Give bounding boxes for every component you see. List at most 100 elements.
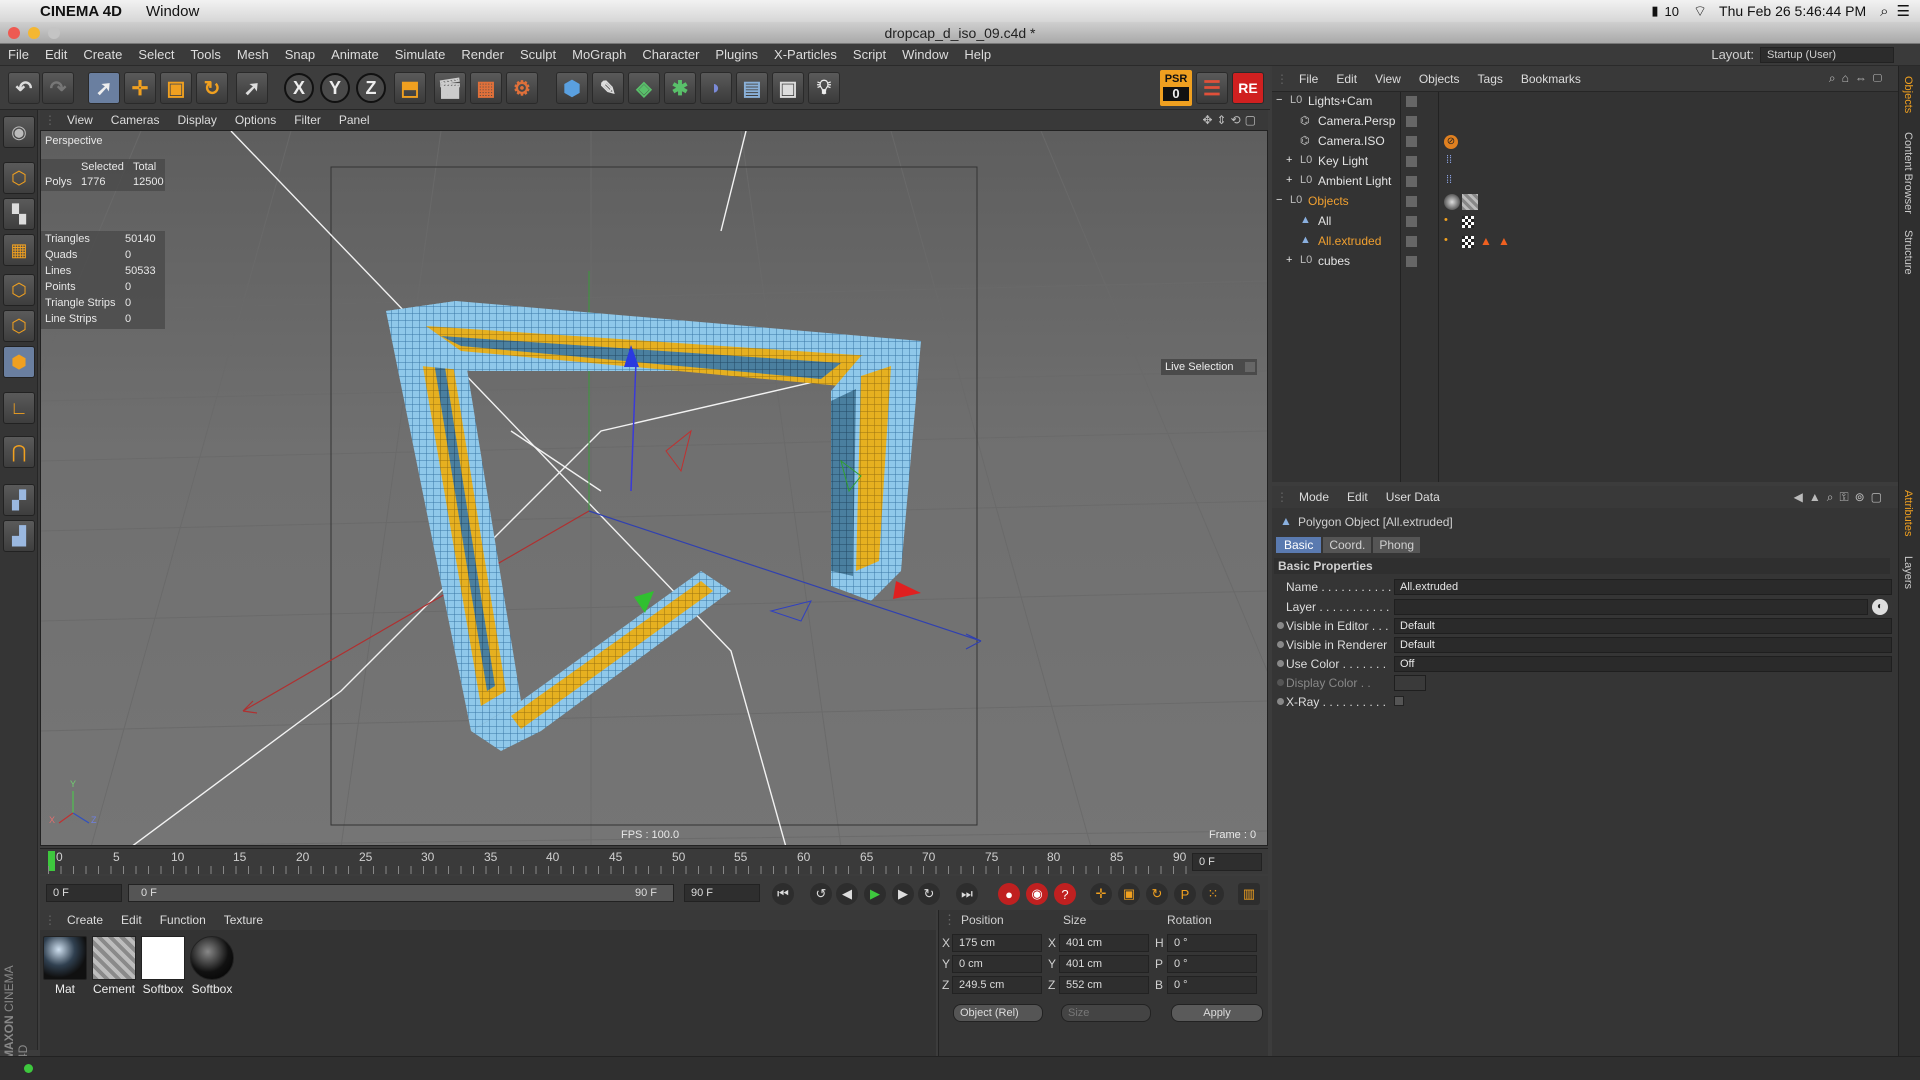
animation-dot-icon[interactable]: [1277, 660, 1284, 667]
menu-snap[interactable]: Snap: [277, 47, 323, 62]
side-tab-layers[interactable]: Layers: [1902, 556, 1914, 589]
objects-menu-objects[interactable]: Objects: [1410, 72, 1469, 86]
menu-render[interactable]: Render: [453, 47, 512, 62]
gizmo-z-handle[interactable]: [630, 360, 637, 492]
object-name[interactable]: Lights+Cam: [1308, 94, 1372, 108]
visibility-toggle[interactable]: [1406, 96, 1417, 107]
layers-list-button[interactable]: ☰: [1196, 72, 1228, 104]
rotation-h-field[interactable]: 0 °: [1167, 934, 1257, 952]
x-axis-toggle[interactable]: X: [284, 73, 314, 103]
object-name[interactable]: Camera.ISO: [1318, 134, 1385, 148]
target-tag-icon[interactable]: ⁞⁞: [1446, 154, 1452, 166]
coordinate-system-button[interactable]: ⬒: [394, 72, 426, 104]
y-axis-toggle[interactable]: Y: [320, 73, 350, 103]
timeline-window-button[interactable]: ▥: [1238, 883, 1260, 905]
layer-picker-icon[interactable]: ◐: [1872, 599, 1888, 615]
rotation-key-button[interactable]: ↻: [1146, 883, 1168, 905]
selection-tag-icon[interactable]: ▲: [1498, 234, 1510, 248]
expand-toggle[interactable]: −: [1276, 94, 1282, 106]
model-mode-button[interactable]: ⬡: [3, 162, 35, 194]
redo-button[interactable]: ↷: [42, 72, 74, 104]
viewport-menu-display[interactable]: Display: [168, 113, 225, 127]
tab-phong[interactable]: Phong: [1373, 537, 1421, 553]
light-button[interactable]: 💡︎: [808, 72, 840, 104]
cube-primitive-button[interactable]: ⬢: [556, 72, 588, 104]
scale-key-button[interactable]: ▣: [1118, 883, 1140, 905]
menu-help[interactable]: Help: [956, 47, 999, 62]
target-tag-icon[interactable]: ⁞⁞: [1446, 174, 1452, 186]
visibility-toggle[interactable]: [1406, 196, 1417, 207]
battery-icon[interactable]: ▮: [1651, 3, 1658, 19]
material-item[interactable]: Softbox: [189, 936, 235, 996]
animation-dot-icon[interactable]: [1277, 679, 1284, 686]
psr-counter[interactable]: PSR 0: [1160, 70, 1192, 106]
visibility-toggle[interactable]: [1406, 156, 1417, 167]
object-name[interactable]: Objects: [1308, 194, 1349, 208]
rotation-p-field[interactable]: 0 °: [1167, 955, 1257, 973]
workplane-button[interactable]: ▦: [3, 234, 35, 266]
goto-end-button[interactable]: ⏭: [956, 883, 978, 905]
menu-mograph[interactable]: MoGraph: [564, 47, 634, 62]
subdivision-button[interactable]: ◈: [628, 72, 660, 104]
autokey-button[interactable]: ◉: [1026, 883, 1048, 905]
spline-pen-button[interactable]: ✎: [592, 72, 624, 104]
viewport-menu-filter[interactable]: Filter: [285, 113, 330, 127]
menu-tools[interactable]: Tools: [183, 47, 229, 62]
object-row[interactable]: − L0 Lights+Cam: [1272, 94, 1898, 114]
viewport-menu-panel[interactable]: Panel: [330, 113, 379, 127]
points-mode-button[interactable]: ⬡: [3, 274, 35, 306]
layout-select[interactable]: Startup (User): [1760, 46, 1894, 63]
position-y-field[interactable]: 0 cm: [952, 955, 1042, 973]
play-button[interactable]: ▶: [864, 883, 886, 905]
texture-tag-icon[interactable]: [1462, 216, 1474, 228]
animation-dot-icon[interactable]: [1277, 622, 1284, 629]
next-frame-button[interactable]: ▶: [892, 883, 914, 905]
visible-in-renderer-select[interactable]: Default: [1394, 637, 1892, 653]
phong-tag-icon[interactable]: •: [1444, 214, 1448, 226]
3d-viewport[interactable]: Perspective Selected Total Polys 1776 12…: [40, 130, 1268, 846]
frame-range-slider[interactable]: 0 F 90 F: [128, 884, 674, 902]
object-name[interactable]: All.extruded: [1318, 234, 1381, 248]
render-view-button[interactable]: 🎬︎: [434, 72, 466, 104]
layer-field[interactable]: [1394, 599, 1868, 615]
re-button[interactable]: RE: [1232, 72, 1264, 104]
material-menu-function[interactable]: Function: [151, 913, 215, 927]
recent-tool-button[interactable]: ➚: [236, 72, 268, 104]
object-row[interactable]: + L0 Key Light ⁞⁞: [1272, 154, 1898, 174]
current-frame-field[interactable]: 0 F: [1192, 853, 1262, 871]
render-settings-button[interactable]: ⚙: [506, 72, 538, 104]
menu-simulate[interactable]: Simulate: [387, 47, 454, 62]
camera-button[interactable]: ▣: [772, 72, 804, 104]
gizmo-red-arrow[interactable]: [893, 581, 921, 599]
object-row[interactable]: + L0 Ambient Light ⁞⁞: [1272, 174, 1898, 194]
start-frame-field[interactable]: 0 F: [46, 884, 122, 902]
side-tab-attributes[interactable]: Attributes: [1902, 490, 1914, 536]
snap-button[interactable]: ⋂: [3, 436, 35, 468]
apply-button[interactable]: Apply: [1171, 1004, 1263, 1022]
material-item[interactable]: Softbox: [140, 936, 186, 996]
keyframe-selection-button[interactable]: ?: [1054, 883, 1076, 905]
camera-label[interactable]: Perspective: [45, 135, 102, 147]
objects-menu-bookmarks[interactable]: Bookmarks: [1512, 72, 1590, 86]
rotate-tool-button[interactable]: ↻: [196, 72, 228, 104]
minimize-window-button[interactable]: [28, 27, 40, 39]
attributes-menu-edit[interactable]: Edit: [1338, 490, 1377, 504]
mac-window-menu[interactable]: Window: [146, 3, 199, 20]
scale-tool-button[interactable]: ▣: [160, 72, 192, 104]
visible-in-editor-select[interactable]: Default: [1394, 618, 1892, 634]
objects-menu-file[interactable]: File: [1290, 72, 1327, 86]
material-item[interactable]: Cement: [91, 936, 137, 996]
menu-character[interactable]: Character: [634, 47, 707, 62]
mac-app-menu[interactable]: CINEMA 4D: [40, 3, 122, 20]
attributes-menu-mode[interactable]: Mode: [1290, 490, 1338, 504]
menu-window[interactable]: Window: [894, 47, 956, 62]
material-tag-icon[interactable]: [1462, 194, 1478, 210]
position-key-button[interactable]: ✛: [1090, 883, 1112, 905]
display-color-swatch[interactable]: [1394, 675, 1426, 691]
object-name[interactable]: Ambient Light: [1318, 174, 1391, 188]
previous-frame-button[interactable]: ◀: [836, 883, 858, 905]
goto-start-button[interactable]: ⏮: [772, 883, 794, 905]
object-row[interactable]: ▲ All.extruded • ▲ ▲: [1272, 234, 1898, 254]
menu-script[interactable]: Script: [845, 47, 894, 62]
expand-toggle[interactable]: +: [1286, 174, 1292, 186]
